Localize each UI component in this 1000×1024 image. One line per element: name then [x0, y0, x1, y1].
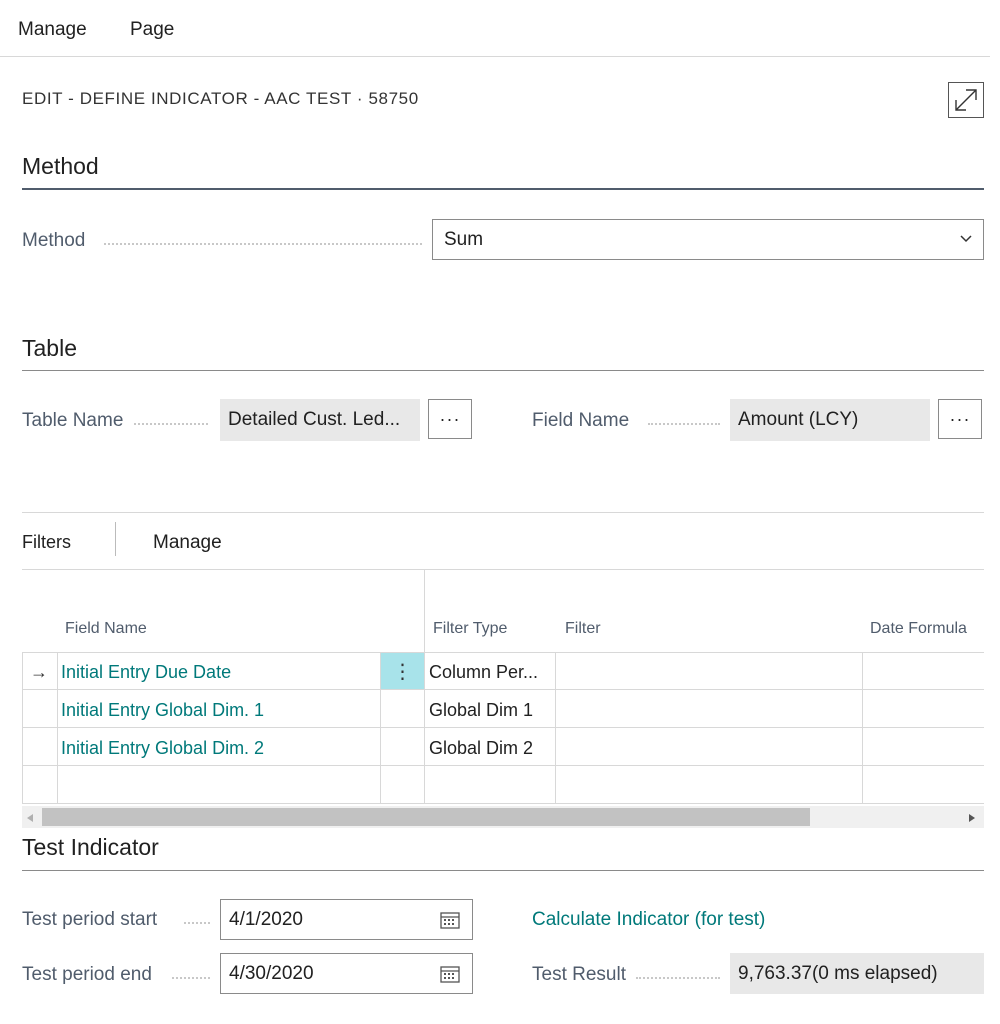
- filter-row-1-field-name[interactable]: Initial Entry Due Date: [61, 662, 231, 683]
- field-name-field[interactable]: Amount (LCY): [730, 399, 930, 441]
- table-section-divider: [22, 370, 984, 371]
- grid-row-line: [22, 689, 984, 690]
- grid-row-line: [22, 803, 984, 804]
- calculate-indicator-link[interactable]: Calculate Indicator (for test): [532, 909, 765, 931]
- column-header-filter[interactable]: Filter: [565, 620, 601, 638]
- field-name-lookup-button[interactable]: ···: [938, 399, 982, 439]
- method-label: Method: [22, 230, 86, 251]
- grid-col-line: [862, 652, 863, 803]
- column-header-field-name[interactable]: Field Name: [65, 620, 147, 638]
- field-name-label: Field Name: [532, 410, 630, 431]
- method-leader-dots: [104, 243, 422, 245]
- end-leader-dots: [172, 977, 210, 979]
- test-period-start-input[interactable]: 4/1/2020: [220, 899, 473, 940]
- method-section-heading: Method: [22, 153, 99, 179]
- table-name-leader-dots: [134, 423, 208, 425]
- test-section-heading: Test Indicator: [22, 834, 159, 860]
- table-name-field[interactable]: Detailed Cust. Led...: [220, 399, 420, 441]
- menu-page[interactable]: Page: [130, 19, 174, 41]
- grid-col-line: [57, 652, 58, 803]
- tab-filters[interactable]: Filters: [22, 532, 71, 553]
- grid-header-line: [22, 652, 984, 653]
- scroll-right-icon[interactable]: [964, 811, 980, 823]
- grid-row-line: [22, 727, 984, 728]
- test-result-label: Test Result: [532, 964, 626, 985]
- menu-manage[interactable]: Manage: [18, 19, 87, 41]
- expand-icon[interactable]: [948, 82, 984, 118]
- start-leader-dots: [184, 922, 210, 924]
- filters-top-divider: [22, 512, 984, 513]
- grid-row-line: [22, 765, 984, 766]
- filter-row-2-field-name[interactable]: Initial Entry Global Dim. 1: [61, 700, 264, 721]
- chevron-down-icon: [959, 230, 973, 252]
- column-header-date-formula[interactable]: Date Formula: [870, 620, 967, 638]
- grid-col-line: [22, 652, 23, 803]
- filter-row-2-filter-type[interactable]: Global Dim 1: [429, 700, 533, 721]
- method-select-value: Sum: [444, 228, 484, 250]
- calendar-icon[interactable]: [440, 911, 460, 935]
- menu-divider: [0, 56, 990, 57]
- tab-separator: [115, 522, 116, 556]
- scroll-left-icon[interactable]: [22, 811, 38, 823]
- row-actions-button[interactable]: ⋮: [381, 653, 424, 689]
- filter-row-3-filter-type[interactable]: Global Dim 2: [429, 738, 533, 759]
- test-period-end-value: 4/30/2020: [229, 962, 314, 984]
- result-leader-dots: [636, 977, 720, 979]
- field-name-leader-dots: [648, 423, 720, 425]
- method-select[interactable]: Sum: [432, 219, 984, 260]
- scrollbar-thumb[interactable]: [42, 808, 810, 826]
- column-header-filter-type[interactable]: Filter Type: [433, 620, 507, 638]
- test-period-end-input[interactable]: 4/30/2020: [220, 953, 473, 994]
- test-section-divider: [22, 870, 984, 871]
- table-name-label: Table Name: [22, 410, 124, 431]
- table-name-lookup-button[interactable]: ···: [428, 399, 472, 439]
- method-section-divider: [22, 188, 984, 190]
- page-title: EDIT - DEFINE INDICATOR - AAC TEST · 587…: [22, 89, 419, 108]
- filters-tab-divider: [22, 569, 984, 570]
- grid-col-line: [555, 652, 556, 803]
- frozen-column-separator: [424, 569, 425, 803]
- table-section-heading: Table: [22, 335, 77, 361]
- row-indicator-arrow: →: [30, 662, 48, 682]
- tab-manage[interactable]: Manage: [153, 532, 222, 554]
- test-period-start-label: Test period start: [22, 909, 158, 930]
- filter-row-1-filter-type[interactable]: Column Per...: [429, 662, 538, 683]
- calendar-icon[interactable]: [440, 965, 460, 989]
- filter-row-3-field-name[interactable]: Initial Entry Global Dim. 2: [61, 738, 264, 759]
- horizontal-scrollbar[interactable]: [22, 806, 984, 828]
- test-period-end-label: Test period end: [22, 964, 152, 985]
- test-result-value: 9,763.37(0 ms elapsed): [730, 953, 984, 994]
- test-period-start-value: 4/1/2020: [229, 908, 303, 930]
